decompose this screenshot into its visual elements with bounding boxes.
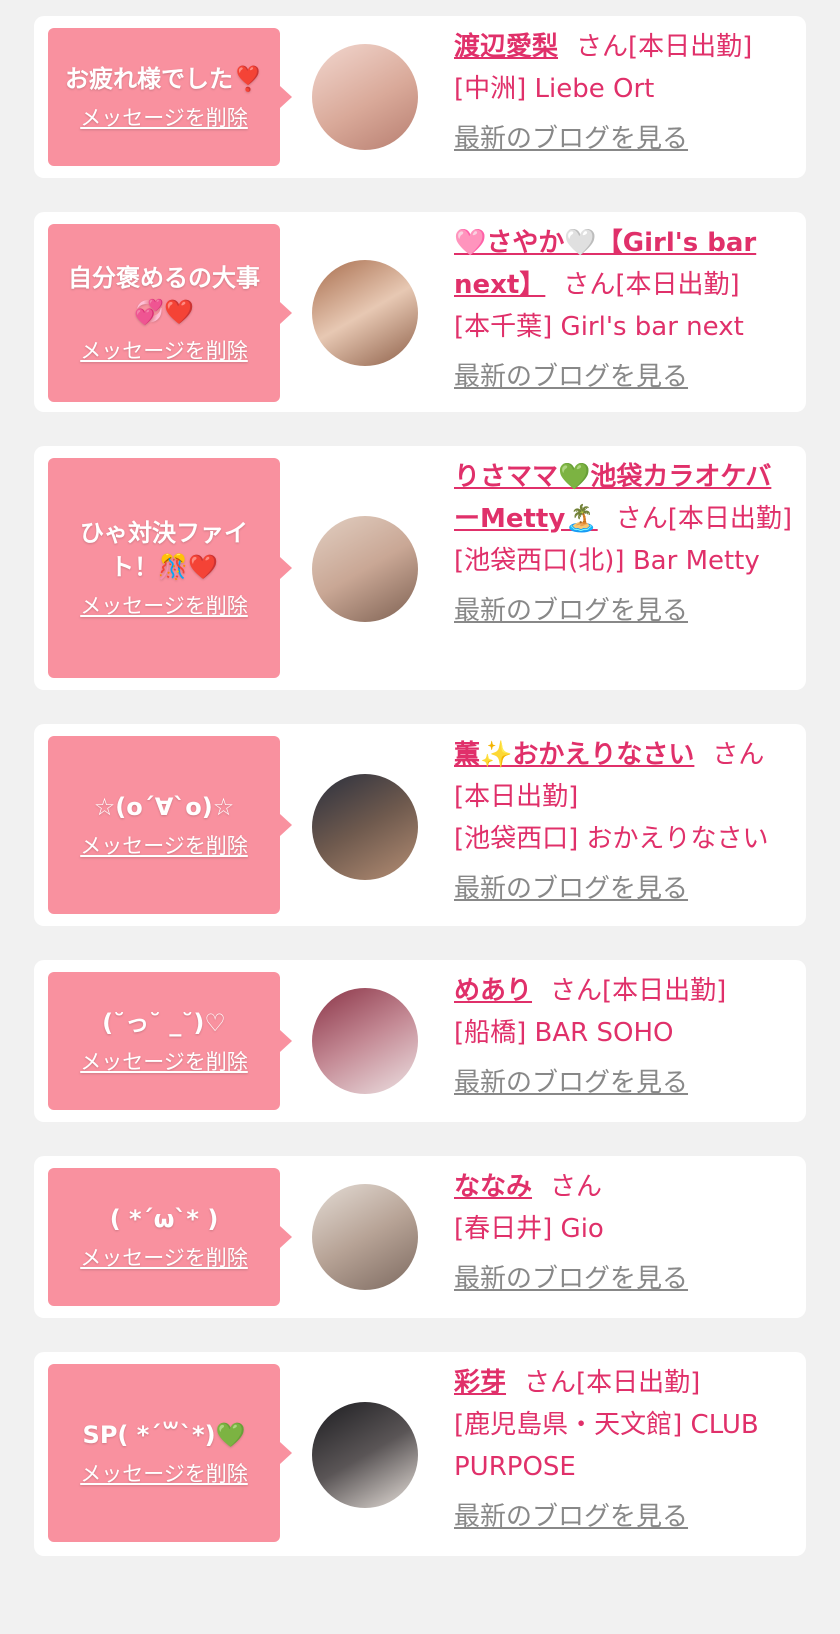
shop-text: [池袋西口(北)] Bar Metty xyxy=(454,546,760,576)
cast-info: 渡辺愛梨 さん[本日出勤] [中洲] Liebe Ort 最新のブログを見る xyxy=(454,26,794,160)
message-bubble: ( *´ω`* ) メッセージを削除 xyxy=(48,1168,292,1306)
message-text: ☆(o´∀`o)☆ xyxy=(93,793,235,821)
blog-link[interactable]: 最新のブログを見る xyxy=(454,1496,794,1538)
avatar[interactable] xyxy=(312,988,418,1094)
cast-info: 彩芽 さん[本日出勤] [鹿児島県・天文館] CLUB PURPOSE 最新のブロ… xyxy=(454,1362,794,1538)
shop-text: [鹿児島県・天文館] CLUB PURPOSE xyxy=(454,1410,759,1482)
message-text: ひゃ対決ファイト！🎊❤️ xyxy=(80,519,248,581)
cast-name-link[interactable]: 渡辺愛梨 xyxy=(454,32,558,62)
cast-name-link[interactable]: めあり xyxy=(454,976,532,1006)
delete-message-link[interactable]: メッセージを削除 xyxy=(80,104,248,132)
delete-message-link[interactable]: メッセージを削除 xyxy=(80,1244,248,1272)
cast-name-link[interactable]: ななみ xyxy=(454,1172,532,1202)
message-text: SP( *´꒳`*)💚 xyxy=(82,1421,246,1449)
status-text: さん[本日出勤] xyxy=(563,270,740,300)
list-item: お疲れ様でした❣️ メッセージを削除 渡辺愛梨 さん[本日出勤] [中洲] Lie… xyxy=(34,16,806,178)
delete-message-link[interactable]: メッセージを削除 xyxy=(80,592,248,620)
blog-link[interactable]: 最新のブログを見る xyxy=(454,118,794,160)
shop-text: [春日井] Gio xyxy=(454,1214,604,1244)
delete-message-link[interactable]: メッセージを削除 xyxy=(80,1048,248,1076)
list-item: ☆(o´∀`o)☆ メッセージを削除 薫✨おかえりなさい さん[本日出勤] [池袋… xyxy=(34,724,806,926)
list-item: ( *´ω`* ) メッセージを削除 ななみ さん [春日井] Gio 最新のブロ… xyxy=(34,1156,806,1318)
shop-text: [船橋] BAR SOHO xyxy=(454,1018,674,1048)
status-text: さん xyxy=(550,1172,603,1202)
cast-info: 🩷さやか🤍【Girl's bar next】 さん[本日出勤] [本千葉] Gir… xyxy=(454,222,794,398)
cast-info: 薫✨おかえりなさい さん[本日出勤] [池袋西口] おかえりなさい 最新のブログを… xyxy=(454,734,794,910)
cast-name-link[interactable]: 彩芽 xyxy=(454,1368,506,1398)
cast-info: りさママ💚池袋カラオケバーMetty🏝️ さん[本日出勤] [池袋西口(北)] B… xyxy=(454,456,794,632)
avatar[interactable] xyxy=(312,1184,418,1290)
blog-link[interactable]: 最新のブログを見る xyxy=(454,356,794,398)
blog-link[interactable]: 最新のブログを見る xyxy=(454,1062,794,1104)
message-bubble: ひゃ対決ファイト！🎊❤️ メッセージを削除 xyxy=(48,458,292,678)
message-bubble: (˘っ˘ _˘)♡ メッセージを削除 xyxy=(48,972,292,1110)
delete-message-link[interactable]: メッセージを削除 xyxy=(80,1460,248,1488)
status-text: さん[本日出勤] xyxy=(524,1368,701,1398)
blog-link[interactable]: 最新のブログを見る xyxy=(454,1258,794,1300)
avatar[interactable] xyxy=(312,1402,418,1508)
avatar[interactable] xyxy=(312,260,418,366)
message-text: ( *´ω`* ) xyxy=(109,1205,219,1233)
message-bubble: SP( *´꒳`*)💚 メッセージを削除 xyxy=(48,1364,292,1542)
message-text: お疲れ様でした❣️ xyxy=(65,65,263,93)
shop-text: [池袋西口] おかえりなさい xyxy=(454,824,769,854)
status-text: さん[本日出勤] xyxy=(576,32,753,62)
list-item: (˘っ˘ _˘)♡ メッセージを削除 めあり さん[本日出勤] [船橋] BAR … xyxy=(34,960,806,1122)
status-text: さん[本日出勤] xyxy=(550,976,727,1006)
avatar[interactable] xyxy=(312,44,418,150)
blog-link[interactable]: 最新のブログを見る xyxy=(454,590,794,632)
blog-link[interactable]: 最新のブログを見る xyxy=(454,868,794,910)
avatar[interactable] xyxy=(312,516,418,622)
status-text: さん[本日出勤] xyxy=(615,504,792,534)
shop-text: [中洲] Liebe Ort xyxy=(454,74,655,104)
cast-name-link[interactable]: 薫✨おかえりなさい xyxy=(454,740,694,770)
list-item: ひゃ対決ファイト！🎊❤️ メッセージを削除 りさママ💚池袋カラオケバーMetty… xyxy=(34,446,806,690)
message-text: (˘っ˘ _˘)♡ xyxy=(102,1009,226,1037)
message-bubble: 自分褒めるの大事💞❤️ メッセージを削除 xyxy=(48,224,292,402)
avatar[interactable] xyxy=(312,774,418,880)
shop-text: [本千葉] Girl's bar next xyxy=(454,312,744,342)
delete-message-link[interactable]: メッセージを削除 xyxy=(80,337,248,365)
message-text: 自分褒めるの大事💞❤️ xyxy=(68,264,260,326)
cast-info: ななみ さん [春日井] Gio 最新のブログを見る xyxy=(454,1166,794,1300)
list-item: 自分褒めるの大事💞❤️ メッセージを削除 🩷さやか🤍【Girl's bar ne… xyxy=(34,212,806,412)
message-bubble: ☆(o´∀`o)☆ メッセージを削除 xyxy=(48,736,292,914)
message-bubble: お疲れ様でした❣️ メッセージを削除 xyxy=(48,28,292,166)
cast-info: めあり さん[本日出勤] [船橋] BAR SOHO 最新のブログを見る xyxy=(454,970,794,1104)
delete-message-link[interactable]: メッセージを削除 xyxy=(80,832,248,860)
list-item: SP( *´꒳`*)💚 メッセージを削除 彩芽 さん[本日出勤] [鹿児島県・天文… xyxy=(34,1352,806,1556)
